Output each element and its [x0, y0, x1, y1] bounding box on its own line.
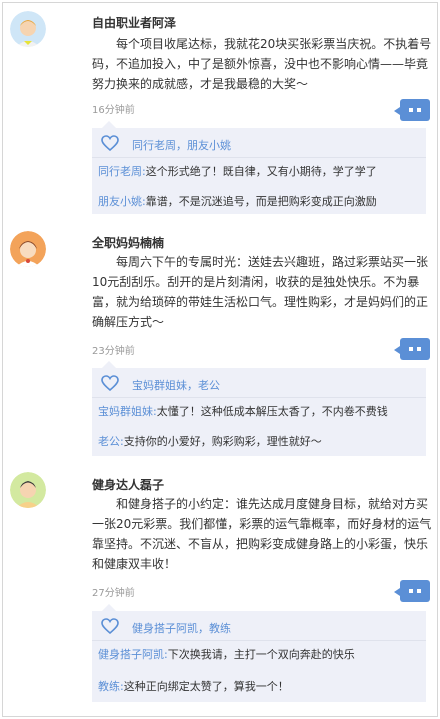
comment-icon[interactable]: [394, 580, 430, 602]
reply-text: 下次换我请，主打一个双向奔赴的快乐: [167, 648, 355, 661]
reply-box: 同行老周，朋友小姚 同行老周:这个形式绝了！既自律，又有小期待，学了学了 朋友小…: [92, 121, 426, 214]
reply-text: 靠谱，不是沉迷追号，而是把购彩变成正向激励: [145, 195, 377, 208]
avatar[interactable]: [10, 231, 46, 267]
heart-outline-icon[interactable]: [100, 374, 120, 392]
reply-box: 宝妈群姐妹，老公 宝妈群姐妹:太懂了！这种低成本解压太香了，不内卷不费钱 老公:…: [92, 361, 426, 456]
reply-text: 太懂了！这种低成本解压太香了，不内卷不费钱: [156, 405, 388, 418]
comment-icon[interactable]: [394, 338, 430, 360]
reply-text: 这种正向绑定太赞了，算我一个！: [123, 680, 289, 693]
reply-item[interactable]: 健身搭子阿凯:下次换我请，主打一个双向奔赴的快乐: [98, 646, 355, 662]
reply-author[interactable]: 老公:: [98, 435, 124, 448]
feed-frame: [2, 2, 438, 717]
reply-author[interactable]: 同行老周:: [98, 165, 146, 178]
reply-item[interactable]: 宝妈群姐妹:太懂了！这种低成本解压太香了，不内卷不费钱: [98, 403, 388, 419]
reply-item[interactable]: 老公:支持你的小爱好，购彩购彩，理性就好～: [98, 433, 322, 449]
post-content: 和健身搭子的小约定：谁先达成月度健身目标，就给对方买一张20元彩票。我们都懂，彩…: [92, 497, 432, 571]
heart-outline-icon[interactable]: [100, 134, 120, 152]
post-time: 27分钟前: [92, 588, 135, 599]
reply-box: 健身搭子阿凯，教练 健身搭子阿凯:下次换我请，主打一个双向奔赴的快乐 教练:这种…: [92, 604, 426, 702]
likes-row: 同行老周，朋友小姚: [92, 130, 426, 158]
author-name[interactable]: 自由职业者阿泽: [92, 14, 176, 31]
reply-author[interactable]: 教练:: [98, 680, 124, 693]
reply-item[interactable]: 朋友小姚:靠谱，不是沉迷追号，而是把购彩变成正向激励: [98, 193, 377, 209]
reply-text: 这个形式绝了！既自律，又有小期待，学了学了: [145, 165, 377, 178]
post-content: 每周六下午的专属时光：送娃去兴趣班，路过彩票站买一张10元刮刮乐。刮开的是片刻清…: [92, 255, 429, 329]
likes-list[interactable]: 同行老周，朋友小姚: [132, 137, 231, 153]
likes-list[interactable]: 健身搭子阿凯，教练: [132, 620, 231, 636]
reply-item[interactable]: 同行老周:这个形式绝了！既自律，又有小期待，学了学了: [98, 163, 377, 179]
comment-icon[interactable]: [394, 99, 430, 121]
likes-list[interactable]: 宝妈群姐妹，老公: [132, 377, 220, 393]
reply-text: 支持你的小爱好，购彩购彩，理性就好～: [123, 435, 322, 448]
likes-row: 健身搭子阿凯，教练: [92, 613, 426, 641]
post-content: 每个项目收尾达标，我就花20块买张彩票当庆祝。不执着号码，不追加投入，中了是额外…: [92, 37, 432, 91]
avatar[interactable]: [10, 472, 46, 508]
author-name[interactable]: 全职妈妈楠楠: [92, 234, 164, 251]
post-time: 16分钟前: [92, 105, 135, 116]
avatar[interactable]: [10, 11, 46, 47]
author-name[interactable]: 健身达人磊子: [92, 476, 164, 493]
post-time: 23分钟前: [92, 346, 135, 357]
reply-author[interactable]: 健身搭子阿凯:: [98, 648, 168, 661]
reply-author[interactable]: 朋友小姚:: [98, 195, 146, 208]
likes-row: 宝妈群姐妹，老公: [92, 370, 426, 398]
heart-outline-icon[interactable]: [100, 617, 120, 635]
reply-item[interactable]: 教练:这种正向绑定太赞了，算我一个！: [98, 678, 289, 694]
reply-author[interactable]: 宝妈群姐妹:: [98, 405, 157, 418]
